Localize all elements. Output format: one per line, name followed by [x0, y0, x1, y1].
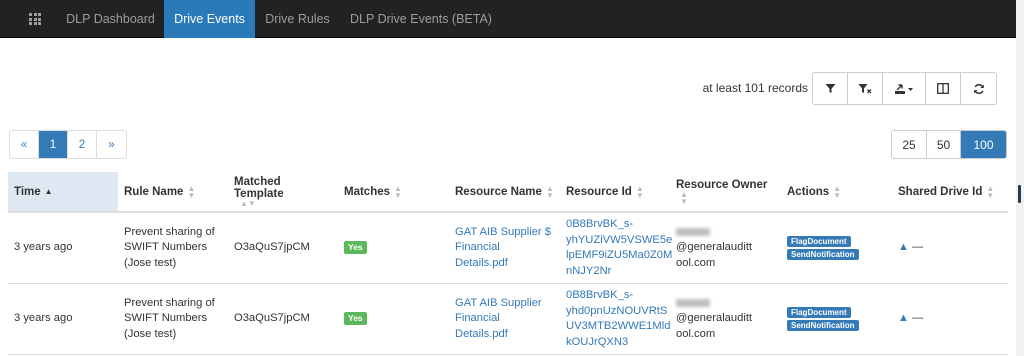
cell-shared-drive-id: ▲ —: [892, 212, 1008, 284]
page-size-50[interactable]: 50: [927, 131, 961, 158]
cell-resource-name: GAT AIB Supplier $ Financial Details.pdf: [449, 212, 560, 284]
cell-actions: FlagDocument SendNotification: [781, 283, 892, 355]
cell-matches: Yes: [338, 283, 449, 355]
cell-resource-owner: @generalauditt ool.com: [670, 283, 781, 355]
export-button[interactable]: [883, 73, 926, 104]
filter-icon: [825, 84, 835, 93]
sort-icon: ▲▼: [833, 183, 842, 200]
pagination-page-2[interactable]: 2: [68, 131, 97, 158]
column-header-shared-drive-id[interactable]: Shared Drive Id ▲ ▼: [892, 172, 1008, 213]
resource-id-link[interactable]: 0B8BrvBK_s- yhd0pnUzNOUVRtS UV3MTB2WWE1M…: [566, 289, 670, 348]
apps-grid-icon[interactable]: [20, 0, 50, 38]
action-badge-flag-document: FlagDocument: [787, 307, 851, 318]
sort-icon: ▲▼: [545, 183, 554, 200]
table-toolbar: [812, 72, 997, 105]
cell-resource-owner: @generalauditt ool.com: [670, 212, 781, 284]
matches-badge: Yes: [344, 241, 367, 255]
filter-button[interactable]: [813, 73, 848, 104]
column-header-resource-owner[interactable]: Resource Owner▲ ▼: [670, 172, 781, 213]
resource-name-link[interactable]: GAT AIB Supplier $ Financial Details.pdf: [455, 226, 551, 269]
columns-icon: [937, 83, 949, 94]
cell-time: 3 years ago: [8, 212, 118, 284]
nav-item-drive-events[interactable]: Drive Events: [164, 0, 255, 38]
pagination: « 1 2 »: [9, 130, 127, 159]
sort-icon: ▲▼: [680, 189, 688, 206]
column-header-rule-name[interactable]: Rule Name ▲ ▼: [118, 172, 228, 213]
page-size-25[interactable]: 25: [892, 131, 927, 158]
events-table: Time ▲ Rule Name ▲ ▼ Matched Template ▲▼ Mat…: [8, 172, 1008, 355]
pagination-next[interactable]: »: [97, 131, 126, 158]
column-header-actions[interactable]: Actions ▲ ▼: [781, 172, 892, 213]
chevron-up-icon[interactable]: ▲: [898, 312, 909, 324]
clear-filter-icon: [858, 84, 872, 94]
scrollbar-thumb[interactable]: [1018, 185, 1021, 203]
column-header-matches[interactable]: Matches ▲ ▼: [338, 172, 449, 213]
refresh-button[interactable]: [961, 73, 996, 104]
scrollbar[interactable]: [1016, 0, 1024, 356]
top-navbar: DLP Dashboard Drive Events Drive Rules D…: [0, 0, 1016, 38]
refresh-icon: [973, 83, 984, 94]
sort-icon: ▲▼: [240, 198, 256, 208]
sort-icon: ▲▼: [635, 183, 644, 200]
export-icon: [895, 83, 913, 94]
cell-actions: FlagDocument SendNotification: [781, 212, 892, 284]
cell-resource-name: GAT AIB Supplier Financial Details.pdf: [449, 283, 560, 355]
nav-item-dlp-drive-events-beta[interactable]: DLP Drive Events (BETA): [340, 0, 502, 38]
action-badge-flag-document: FlagDocument: [787, 236, 851, 247]
column-header-resource-id[interactable]: Resource Id ▲ ▼: [560, 172, 670, 213]
column-header-matched-template[interactable]: Matched Template ▲▼: [228, 172, 338, 213]
chevron-up-icon[interactable]: ▲: [898, 241, 909, 253]
pagination-prev[interactable]: «: [10, 131, 39, 158]
redacted-text: [676, 298, 710, 307]
sort-icon: ▲▼: [394, 183, 402, 200]
resource-name-link[interactable]: GAT AIB Supplier Financial Details.pdf: [455, 297, 542, 340]
nav-item-drive-rules[interactable]: Drive Rules: [255, 0, 340, 38]
columns-button[interactable]: [926, 73, 961, 104]
nav-item-dlp-dashboard[interactable]: DLP Dashboard: [57, 0, 164, 38]
action-badge-send-notification: SendNotification: [787, 249, 859, 260]
cell-resource-id: 0B8BrvBK_s- yhYUZiVW5VSWE5e lpEMF9iZU5Ma…: [560, 212, 672, 284]
table-row[interactable]: 3 years ago Prevent sharing of SWIFT Num…: [8, 212, 1008, 284]
page-size-100[interactable]: 100: [961, 131, 1006, 158]
redacted-text: [676, 227, 710, 236]
cell-resource-id: 0B8BrvBK_s- yhd0pnUzNOUVRtS UV3MTB2WWE1M…: [560, 283, 670, 355]
column-header-time[interactable]: Time ▲: [8, 172, 118, 213]
cell-rule-name: Prevent sharing of SWIFT Numbers (Jose t…: [118, 283, 228, 355]
cell-matched-template: O3aQuS7jpCM: [228, 283, 338, 355]
resource-id-link[interactable]: 0B8BrvBK_s- yhYUZiVW5VSWE5e lpEMF9iZU5Ma…: [566, 218, 672, 277]
action-badge-send-notification: SendNotification: [787, 320, 859, 331]
page-size-selector: 25 50 100: [891, 130, 1007, 159]
records-count: at least 101 records: [702, 81, 808, 95]
pagination-page-1[interactable]: 1: [39, 131, 68, 158]
clear-filter-button[interactable]: [848, 73, 883, 104]
cell-time: 3 years ago: [8, 283, 118, 355]
sort-icon: ▲▼: [986, 183, 995, 200]
cell-matched-template: O3aQuS7jpCM: [228, 212, 338, 284]
table-header-row: Time ▲ Rule Name ▲ ▼ Matched Template ▲▼ Mat…: [8, 172, 1008, 213]
table-row[interactable]: 3 years ago Prevent sharing of SWIFT Num…: [8, 283, 1008, 355]
sort-icon: ▲▼: [187, 183, 196, 200]
sort-asc-icon: ▲: [44, 186, 53, 196]
matches-badge: Yes: [344, 312, 367, 326]
cell-rule-name: Prevent sharing of SWIFT Numbers (Jose t…: [118, 212, 228, 284]
column-header-resource-name[interactable]: Resource Name ▲ ▼: [449, 172, 560, 213]
cell-matches: Yes: [338, 212, 449, 284]
cell-shared-drive-id: ▲ —: [892, 283, 1008, 355]
